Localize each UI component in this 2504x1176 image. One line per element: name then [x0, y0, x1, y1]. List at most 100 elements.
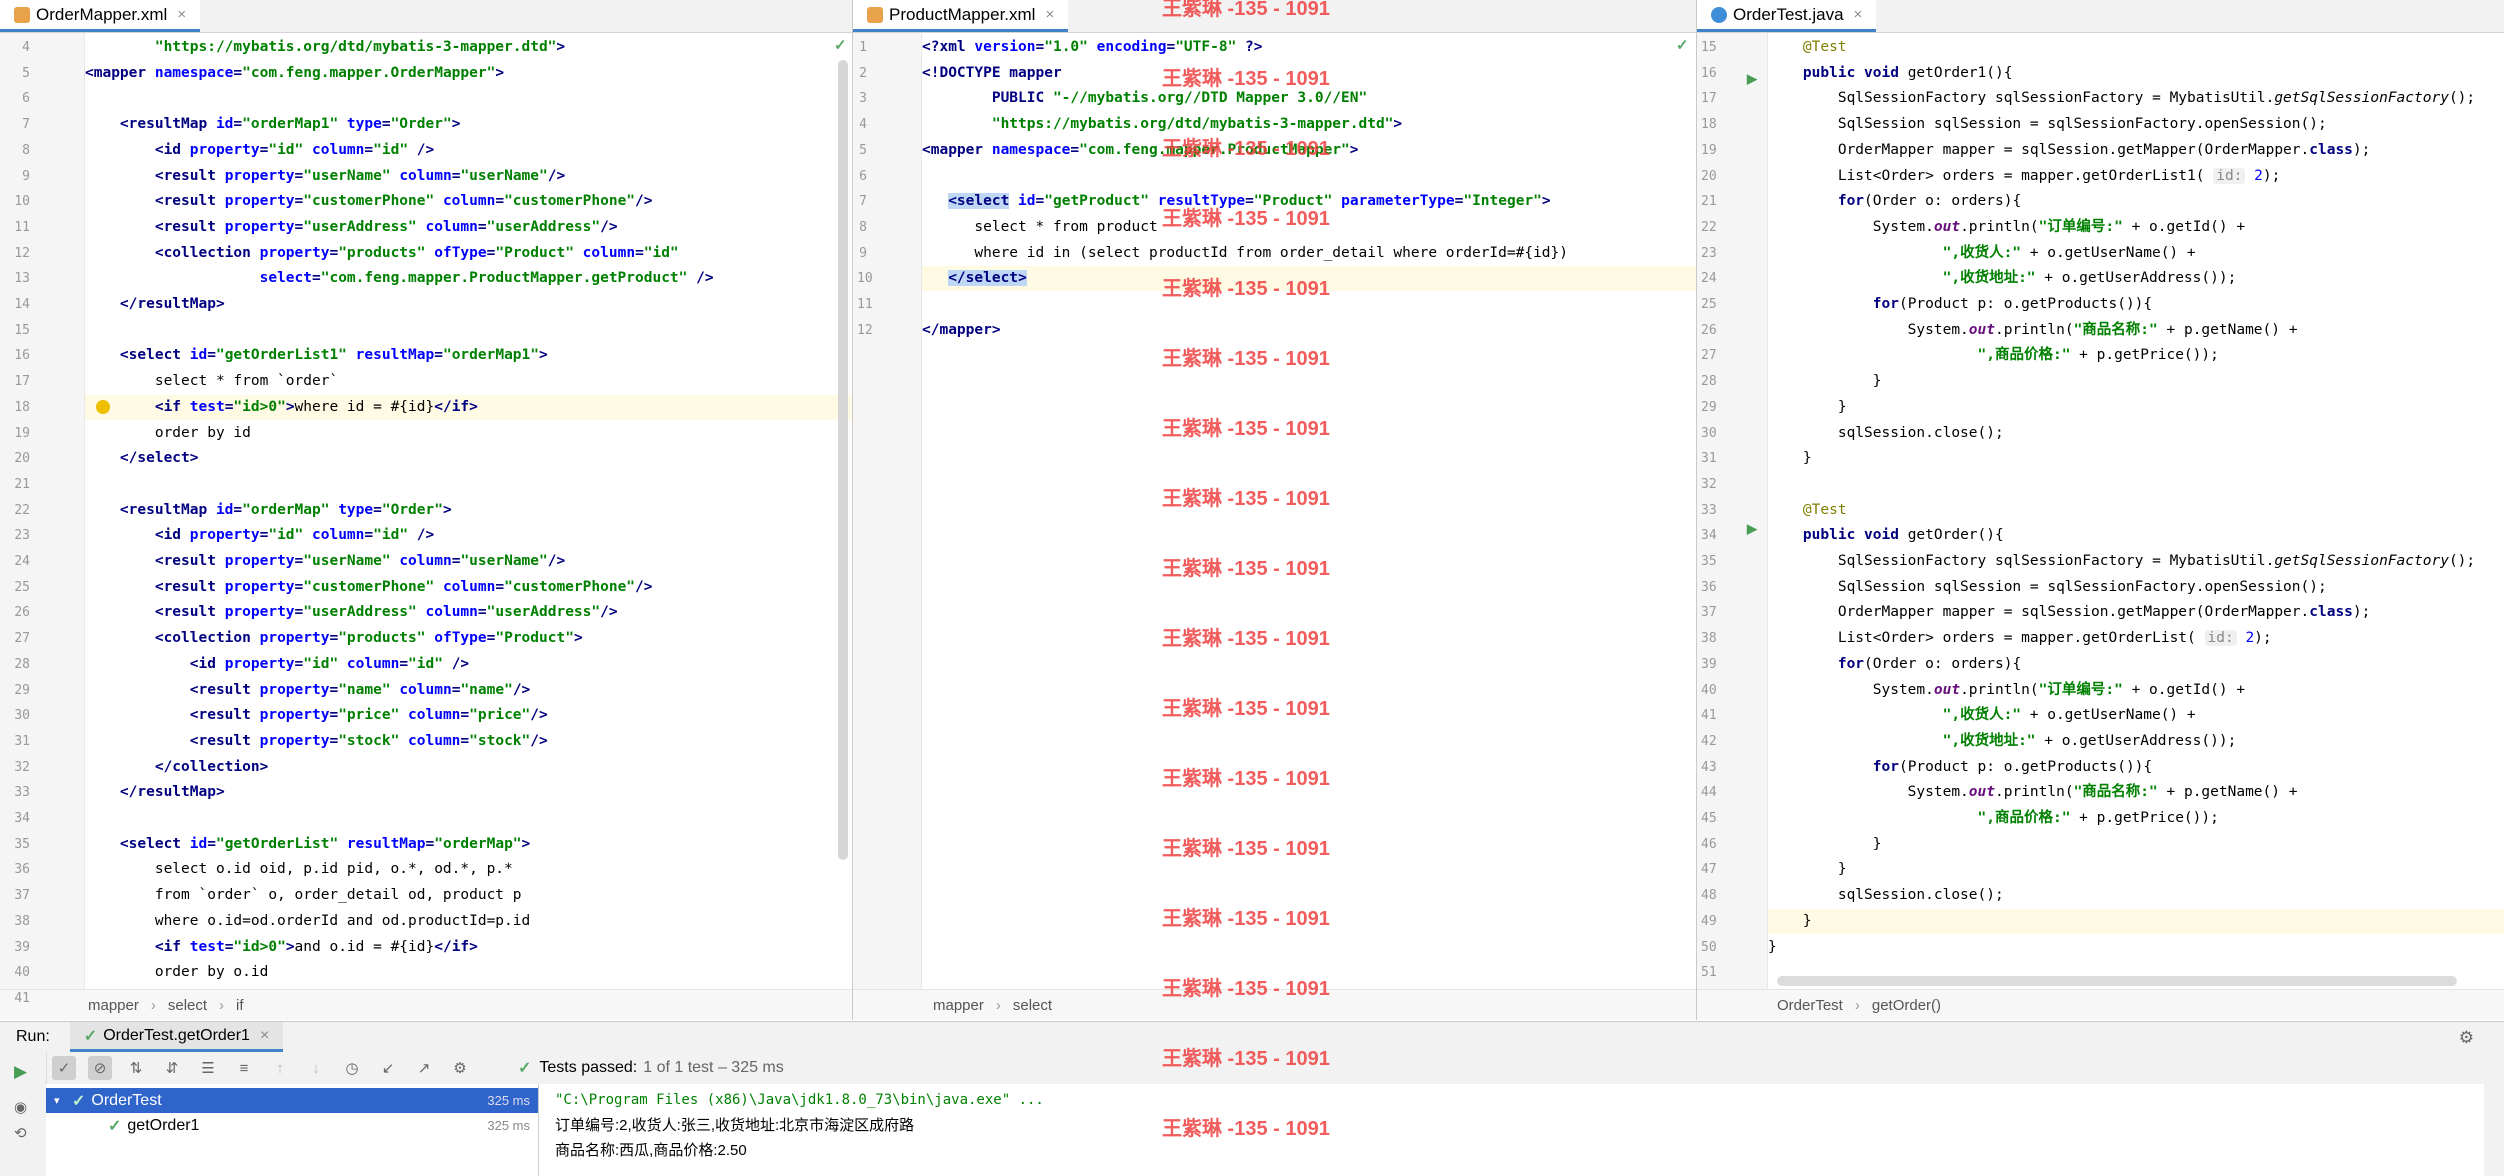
horizontal-scrollbar[interactable] [1777, 976, 2457, 986]
code-token: System. [1768, 219, 1934, 235]
run-tab[interactable]: ✓ OrderTest.getOrder1 × [70, 1022, 283, 1052]
line-number: 42 [1701, 729, 1713, 754]
code-token: > [522, 836, 531, 852]
code-token: "orderMap1" [242, 116, 338, 132]
test-tree-item[interactable]: ▾✓OrderTest325 ms [46, 1088, 538, 1113]
tab-product-mapper-xml[interactable]: ProductMapper.xml × [853, 0, 1068, 32]
breadcrumb-item[interactable]: select [1013, 997, 1052, 1014]
code-token: <result [155, 553, 225, 569]
code-line: sqlSession.close(); [1768, 883, 2504, 908]
console-output[interactable]: "C:\Program Files (x86)\Java\jdk1.8.0_73… [539, 1084, 2484, 1176]
show-ignored-icon[interactable]: ⊘ [88, 1056, 112, 1080]
test-status: ✓ Tests passed: 1 of 1 test – 325 ms [518, 1058, 784, 1078]
code-line: @Test [1768, 498, 2504, 523]
test-tree-item[interactable]: ✓getOrder1325 ms [46, 1113, 538, 1138]
code-token: ",收货地址:" [1943, 733, 2036, 749]
code-token [85, 296, 120, 312]
code-token: /> [408, 142, 434, 158]
code-line: SqlSessionFactory sqlSessionFactory = My… [1768, 549, 2504, 574]
code-token: = [329, 707, 338, 723]
code-token: = [1036, 193, 1045, 209]
code-token: /> [687, 270, 713, 286]
vertical-scrollbar[interactable] [838, 60, 848, 860]
code-token: type [347, 116, 382, 132]
code-token [347, 347, 356, 363]
code-token: and o.id = #{id} [295, 939, 435, 955]
line-number: 26 [1701, 318, 1713, 343]
code-token: parameterType [1341, 193, 1455, 209]
code-editor-order-test[interactable]: @Test public void getOrder1(){ SqlSessio… [1768, 33, 2504, 990]
settings-icon[interactable]: ⚙ [448, 1056, 472, 1080]
code-token [2245, 168, 2254, 184]
close-icon[interactable]: × [260, 1027, 269, 1045]
show-passed-icon[interactable]: ✓ [52, 1056, 76, 1080]
watermark-text: 王紫琳 -135 - 1091 [1162, 62, 1330, 91]
line-number: 4 [857, 112, 867, 137]
close-icon[interactable]: × [1854, 6, 1863, 23]
watermark-text: 王紫琳 -135 - 1091 [1162, 552, 1330, 581]
code-token: id [216, 502, 233, 518]
line-number: 39 [4, 935, 30, 960]
code-editor-order-mapper[interactable]: "https://mybatis.org/dtd/mybatis-3-mappe… [85, 33, 852, 990]
line-number: 32 [1701, 472, 1713, 497]
code-token: <mapper [85, 65, 155, 81]
code-token: > [443, 502, 452, 518]
collapse-all-icon[interactable]: ≡ [232, 1056, 256, 1080]
code-line: where id in (select productId from order… [922, 241, 1696, 266]
previous-failed-icon[interactable]: ↑ [268, 1056, 292, 1080]
breadcrumb-item[interactable]: getOrder() [1872, 997, 1941, 1014]
code-token: property [225, 219, 295, 235]
code-line: } [1768, 395, 2504, 420]
code-line: } [1768, 832, 2504, 857]
camera-icon[interactable]: ◉ [14, 1098, 27, 1116]
code-token: id [216, 116, 233, 132]
watermark-text: 王紫琳 -135 - 1091 [1162, 972, 1330, 1001]
export-tests-icon[interactable]: ↗ [412, 1056, 436, 1080]
code-token: > [1393, 116, 1402, 132]
tab-order-test-java[interactable]: OrderTest.java × [1697, 0, 1876, 32]
line-number: 40 [4, 960, 30, 985]
sort-duration-icon[interactable]: ⇵ [160, 1056, 184, 1080]
code-token [1768, 707, 1943, 723]
code-token: </select> [120, 450, 199, 466]
line-number: 46 [1701, 832, 1713, 857]
breadcrumb-item[interactable]: if [236, 997, 244, 1014]
import-tests-icon[interactable]: ↙ [376, 1056, 400, 1080]
code-token: <id [155, 527, 190, 543]
breadcrumb-item[interactable]: select [168, 997, 207, 1014]
code-line: List<Order> orders = mapper.getOrderList… [1768, 164, 2504, 189]
next-failed-icon[interactable]: ↓ [304, 1056, 328, 1080]
expand-all-icon[interactable]: ☰ [196, 1056, 220, 1080]
tab-label: OrderTest.java [1733, 5, 1844, 25]
run-tab-check-icon: ✓ [84, 1026, 97, 1046]
code-token: "price" [338, 707, 399, 723]
intention-bulb-icon[interactable] [96, 400, 110, 414]
tab-order-mapper-xml[interactable]: OrderMapper.xml × [0, 0, 200, 32]
restore-layout-icon[interactable]: ⟲ [14, 1124, 27, 1142]
breadcrumb-separator-icon: › [151, 997, 156, 1014]
code-token: SqlSessionFactory sqlSessionFactory = My… [1768, 553, 2274, 569]
run-test-icon[interactable]: ▶ [1747, 521, 1757, 537]
code-token: "id" [408, 656, 443, 672]
history-icon[interactable]: ◷ [340, 1056, 364, 1080]
breadcrumb-item[interactable]: OrderTest [1777, 997, 1843, 1014]
code-token: = [295, 656, 304, 672]
run-test-icon[interactable]: ▶ [1747, 71, 1757, 87]
gear-icon[interactable]: ⚙ [2459, 1028, 2474, 1048]
code-token: <select [120, 347, 190, 363]
code-line: ",收货地址:" + o.getUserAddress()); [1768, 729, 2504, 754]
code-line [1768, 472, 2504, 497]
code-token: } [1768, 913, 1812, 929]
rerun-icon[interactable]: ▶ [14, 1062, 27, 1082]
code-line: </resultMap> [85, 780, 852, 805]
test-duration: 325 ms [487, 1118, 530, 1133]
close-icon[interactable]: × [177, 6, 186, 23]
code-token: } [1768, 450, 1812, 466]
breadcrumb-item[interactable]: mapper [88, 997, 139, 1014]
code-token: column [443, 579, 495, 595]
breadcrumb-item[interactable]: mapper [933, 997, 984, 1014]
code-token: class [2309, 142, 2353, 158]
sort-alpha-icon[interactable]: ⇅ [124, 1056, 148, 1080]
code-token: "userName" [460, 553, 547, 569]
close-icon[interactable]: × [1045, 6, 1054, 23]
